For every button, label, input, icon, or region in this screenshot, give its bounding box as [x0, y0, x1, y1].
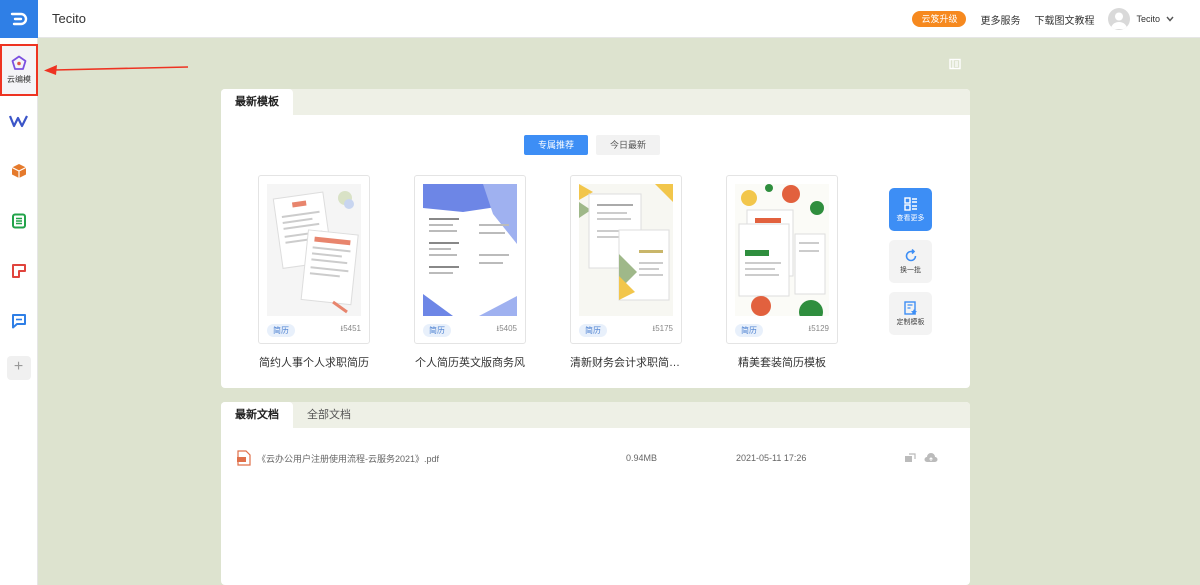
template-name[interactable]: 个人简历英文版商务风 [414, 354, 526, 370]
template-item[interactable]: 简历 ⭳5405 个人简历英文版商务风 [414, 175, 526, 370]
avatar [1108, 8, 1131, 30]
templates-tabs: 最新模板 [221, 89, 970, 115]
panel-toggle-icon[interactable] [949, 58, 961, 70]
sidebar-item-cloud-edit[interactable]: 云编模 [0, 44, 38, 96]
tab-all-documents[interactable]: 全部文档 [293, 402, 365, 428]
refresh-button[interactable]: 换一批 [889, 240, 932, 283]
template-tag: 简历 [423, 323, 451, 337]
upgrade-button[interactable]: 云笈升级 [912, 11, 967, 27]
refresh-icon [905, 248, 916, 261]
view-more-label: 查看更多 [896, 214, 925, 222]
view-more-button[interactable]: 查看更多 [889, 188, 932, 231]
document-actions [904, 453, 938, 463]
template-name[interactable]: 清新财务会计求职简历... [570, 354, 682, 370]
sidebar: 云编模 + [0, 0, 38, 585]
tab-latest-templates[interactable]: 最新模板 [221, 89, 293, 115]
user-icon [1111, 12, 1128, 29]
share-icon[interactable] [904, 453, 916, 463]
cloud-upload-icon[interactable] [924, 453, 938, 463]
pentagon-icon [11, 55, 27, 70]
top-right-actions: 云笈升级 更多服务 下载图文教程 Tecito [912, 0, 1174, 38]
custom-template-button[interactable]: 定制模板 [889, 292, 932, 335]
download-count: ⭳5175 [652, 324, 673, 333]
template-item[interactable]: 简历 ⭳5451 简约人事个人求职简历 [258, 175, 370, 370]
sidebar-item-present[interactable] [0, 246, 38, 296]
logo-icon [10, 12, 28, 26]
template-meta: 简历 ⭳5129 [735, 323, 829, 337]
annotation-arrow-icon [44, 65, 189, 75]
documents-card: 最新文档 全部文档 《云办公用户注册使用流程-云服务2021》.pdf 0.94… [221, 402, 970, 585]
template-frame: 简历 ⭳5451 [258, 175, 370, 344]
filter-today-button[interactable]: 今日最新 [596, 135, 661, 155]
template-tag: 简历 [267, 323, 295, 337]
user-name: Tecito [1136, 14, 1160, 24]
refresh-label: 换一批 [900, 266, 921, 274]
chat-icon [12, 314, 26, 329]
template-filter: 专属推荐 今日最新 [524, 135, 661, 155]
template-frame: 简历 ⭳5175 [570, 175, 682, 344]
sidebar-item-chat[interactable] [0, 296, 38, 346]
custom-template-label: 定制模板 [896, 318, 925, 326]
sidebar-item-label: 云编模 [7, 75, 31, 84]
filter-recommended-button[interactable]: 专属推荐 [524, 135, 589, 155]
template-item[interactable]: 简历 ⭳5175 清新财务会计求职简历... [570, 175, 682, 370]
template-meta: 简历 ⭳5451 [267, 323, 361, 337]
template-tag: 简历 [735, 323, 763, 337]
box-icon [11, 164, 27, 178]
tab-latest-documents[interactable]: 最新文档 [221, 402, 293, 428]
templates-card: 最新模板 专属推荐 今日最新 简历 ⭳5451 简约人事个人求职简历 简历 ⭳5… [221, 89, 970, 388]
template-thumbnail [579, 184, 673, 316]
slides-icon [12, 264, 26, 278]
document-date: 2021-05-11 17:26 [736, 453, 807, 463]
documents-tabs: 最新文档 全部文档 [221, 402, 970, 428]
template-frame: 简历 ⭳5129 [726, 175, 838, 344]
template-thumbnail [267, 184, 361, 316]
more-services-link[interactable]: 更多服务 [980, 12, 1020, 27]
download-count: ⭳5129 [808, 324, 829, 333]
custom-template-icon [903, 300, 917, 315]
app-logo[interactable] [0, 0, 38, 38]
app-title: Tecito [52, 11, 86, 26]
add-app-button[interactable]: + [6, 356, 31, 380]
document-size: 0.94MB [626, 453, 658, 463]
sidebar-item-sheet[interactable] [0, 196, 38, 246]
download-count: ⭳5405 [496, 324, 517, 333]
top-bar: Tecito 云笈升级 更多服务 下载图文教程 Tecito [38, 0, 1200, 38]
template-frame: 简历 ⭳5405 [414, 175, 526, 344]
user-menu[interactable]: Tecito [1108, 8, 1174, 30]
list-grid-icon [903, 196, 917, 211]
document-row[interactable]: 《云办公用户注册使用流程-云服务2021》.pdf 0.94MB 2021-05… [237, 450, 954, 466]
download-count: ⭳5451 [340, 324, 361, 333]
template-item[interactable]: 简历 ⭳5129 精美套装简历模板 [726, 175, 838, 370]
template-name[interactable]: 精美套装简历模板 [726, 354, 838, 370]
download-tutorial-link[interactable]: 下载图文教程 [1034, 12, 1094, 27]
template-meta: 简历 ⭳5405 [423, 323, 517, 337]
chevron-down-icon [1166, 16, 1174, 22]
pdf-file-icon [237, 450, 251, 466]
template-meta: 简历 ⭳5175 [579, 323, 673, 337]
w-doc-icon [9, 115, 28, 128]
template-tag: 简历 [579, 323, 607, 337]
template-thumbnail [735, 184, 829, 316]
template-name[interactable]: 简约人事个人求职简历 [258, 354, 370, 370]
template-thumbnail [423, 184, 517, 316]
document-name[interactable]: 《云办公用户注册使用流程-云服务2021》.pdf [257, 452, 637, 465]
sidebar-item-box[interactable] [0, 146, 38, 196]
sheet-icon [12, 213, 26, 229]
sidebar-item-writer[interactable] [0, 96, 38, 146]
